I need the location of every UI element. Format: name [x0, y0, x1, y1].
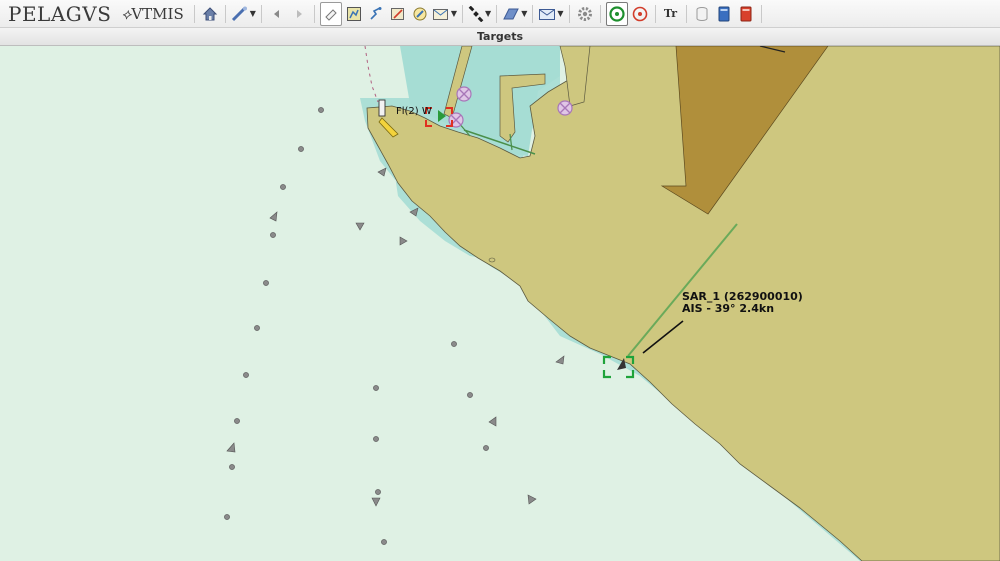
chart-layers-icon [346, 6, 361, 21]
target-green-icon [608, 5, 625, 22]
message-icon [432, 8, 448, 20]
target-red-icon [632, 6, 647, 21]
edit-tool-icon [413, 7, 427, 20]
toolbar-separator [193, 4, 195, 23]
toolbar-separator [760, 4, 762, 23]
buoy [254, 325, 260, 331]
back-arrow-icon [273, 9, 279, 18]
settings-icon [577, 6, 592, 21]
mail-icon [539, 8, 556, 20]
vessel-info-label: AIS - 39° 2.4kn [682, 302, 775, 315]
vessel-label[interactable]: SAR_1 (262900010) AIS - 39° 2.4kn [682, 291, 803, 315]
edit-tool-button[interactable] [410, 3, 430, 25]
mail-button[interactable]: ▼ [538, 3, 564, 25]
eraser-button[interactable] [319, 1, 342, 26]
toolbar-separator [224, 4, 226, 23]
satellite-icon [468, 5, 484, 22]
buoy [243, 372, 249, 378]
chart-canvas[interactable] [0, 46, 1000, 561]
buoy [483, 445, 489, 451]
toolbar-separator [654, 4, 656, 23]
settings-button[interactable] [575, 3, 595, 25]
text-tool-button[interactable]: Tr [661, 3, 681, 25]
blue-book-icon [718, 6, 730, 21]
buoy [224, 514, 230, 520]
buoy [451, 341, 457, 347]
buoy [318, 107, 324, 113]
toolbar-separator [532, 4, 534, 23]
toolbar-separator [685, 4, 687, 23]
buoy [234, 418, 240, 424]
chart-layers-button[interactable] [344, 3, 364, 25]
area-tool-icon [503, 8, 520, 19]
buoy [373, 436, 379, 442]
buoy [298, 146, 304, 152]
brand-logo: PELAGVS [8, 1, 112, 26]
cylinder-icon [696, 6, 708, 21]
forward-arrow-icon [296, 9, 302, 18]
home-button[interactable] [200, 3, 220, 25]
buoy [263, 280, 269, 286]
satellite-button[interactable]: ▼ [468, 3, 491, 25]
home-icon [202, 6, 217, 20]
back-button[interactable] [267, 3, 287, 25]
text-tool-icon: Tr [663, 7, 678, 20]
buoy [375, 489, 381, 495]
toolbar-separator [462, 4, 464, 23]
forward-button[interactable] [289, 3, 309, 25]
toolbar-separator [496, 4, 498, 23]
map-edit-icon [390, 7, 404, 20]
product-logo: ⟡VTMIS [121, 4, 184, 23]
red-book-icon [740, 6, 752, 21]
toolbar-separator [313, 4, 315, 23]
light-characteristic-label: Fl(2) W [396, 106, 432, 117]
area-tool-button[interactable]: ▼ [502, 3, 527, 25]
islet [488, 257, 496, 263]
restricted-area-marker[interactable] [557, 100, 573, 116]
restricted-area-marker[interactable] [456, 86, 472, 102]
map-edit-button[interactable] [388, 3, 408, 25]
main-toolbar: PELAGVS ⟡VTMIS ▼ ▼ ▼ ▼ ▼ Tr [0, 0, 1000, 28]
toolbar-separator [568, 4, 570, 23]
measure-tool-icon [231, 6, 247, 21]
measure-tool-button[interactable]: ▼ [231, 3, 256, 25]
route-button[interactable] [366, 3, 386, 25]
buoy [270, 232, 276, 238]
toolbar-separator [599, 4, 601, 23]
buoy [229, 464, 235, 470]
targets-panel-header[interactable]: Targets [0, 28, 1000, 46]
targets-title: Targets [476, 30, 524, 43]
route-icon [370, 6, 382, 20]
buoy [381, 539, 387, 545]
nautical-chart-map[interactable]: Fl(2) W SAR_1 (262900010) AIS - 39° 2.4k… [0, 46, 1000, 561]
buoy [373, 385, 379, 391]
target-green-button[interactable] [605, 1, 628, 26]
red-book-button[interactable] [736, 3, 756, 25]
buoy [467, 392, 473, 398]
eraser-icon [325, 8, 337, 21]
blue-book-button[interactable] [714, 3, 734, 25]
toolbar-separator [260, 4, 262, 23]
target-red-button[interactable] [630, 3, 650, 25]
message-button[interactable]: ▼ [432, 3, 457, 25]
cylinder-button[interactable] [692, 3, 712, 25]
buoy [280, 184, 286, 190]
